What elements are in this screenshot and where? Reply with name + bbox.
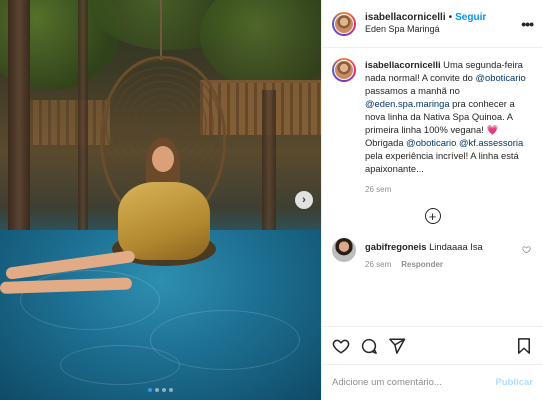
foliage	[200, 0, 321, 90]
caption-username[interactable]: isabellacornicelli	[365, 59, 441, 70]
comment-item: gabifregoneis Lindaaaa Isa 26 sem Respon…	[332, 238, 533, 269]
heart-emoji: 💗	[486, 124, 499, 135]
load-more-comments[interactable]: +	[332, 208, 533, 224]
caption-time[interactable]: 26 sem	[365, 185, 533, 194]
comment-input[interactable]	[332, 377, 496, 388]
caption: isabellacornicelli Uma segunda-feira nad…	[332, 58, 533, 194]
water-ripple	[60, 345, 180, 385]
mention-link[interactable]: @oboticario	[406, 137, 456, 148]
wooden-deck	[30, 100, 110, 145]
post-header: isabellacornicelli • Seguir Eden Spa Mar…	[322, 0, 543, 48]
carousel-dots	[0, 388, 321, 392]
author-avatar[interactable]	[332, 58, 356, 82]
carousel-dot	[162, 388, 166, 392]
bookmark-icon	[518, 337, 530, 354]
heart-outline-icon[interactable]	[522, 245, 531, 256]
instagram-post: › isabellacornicelli • Seguir Eden Spa M…	[0, 0, 543, 400]
mention-link[interactable]: @eden.spa.maringa	[365, 98, 450, 109]
deck-rail	[200, 80, 321, 83]
commenter-username[interactable]: gabifregoneis	[365, 241, 426, 252]
like-button[interactable]	[332, 337, 350, 355]
publish-button[interactable]: Publicar	[496, 377, 534, 388]
carousel-next-button[interactable]: ›	[295, 191, 313, 209]
comment-time[interactable]: 26 sem	[365, 260, 391, 269]
chevron-right-icon: ›	[302, 194, 306, 206]
tree-trunk	[262, 90, 276, 250]
comments-area: isabellacornicelli Uma segunda-feira nad…	[322, 48, 543, 326]
tree-trunk	[8, 0, 30, 260]
gold-robe	[118, 182, 210, 260]
caption-text-segment: Obrigada	[365, 137, 407, 148]
location-link[interactable]: Eden Spa Maringá	[365, 24, 515, 35]
action-bar	[322, 326, 543, 364]
author-avatar[interactable]	[332, 11, 356, 36]
commenter-avatar[interactable]	[332, 238, 356, 262]
plus-circle-icon[interactable]: +	[424, 208, 441, 224]
person-head	[152, 146, 174, 172]
carousel-dot	[148, 388, 152, 392]
share-icon	[389, 338, 406, 354]
swing-rope	[160, 0, 162, 60]
carousel-dot	[169, 388, 173, 392]
more-horizontal-icon[interactable]: •••	[521, 16, 534, 32]
author-username[interactable]: isabellacornicelli	[365, 12, 446, 25]
comment-text: Lindaaaa Isa	[429, 241, 483, 252]
comment-icon	[361, 338, 377, 354]
caption-text-segment: passamos a manhã no	[365, 85, 460, 96]
post-photo[interactable]: ›	[0, 0, 321, 400]
post-side-panel: isabellacornicelli • Seguir Eden Spa Mar…	[321, 0, 543, 400]
caption-text: isabellacornicelli Uma segunda-feira nad…	[365, 58, 533, 175]
carousel-dot	[155, 388, 159, 392]
caption-text-segment: pela experiência incrível! A linha está …	[365, 150, 519, 174]
follow-button[interactable]: Seguir	[455, 12, 486, 25]
share-button[interactable]	[388, 337, 406, 355]
mention-link[interactable]: @oboticario	[476, 72, 526, 83]
tree-trunk	[78, 0, 88, 240]
mention-link[interactable]: @kf.assessoria	[459, 137, 523, 148]
add-comment-bar: Publicar	[322, 364, 543, 400]
save-button[interactable]	[515, 337, 533, 355]
heart-outline-icon	[332, 339, 350, 354]
comment-button[interactable]	[360, 337, 378, 355]
reply-button[interactable]: Responder	[401, 260, 443, 269]
separator-dot: •	[448, 11, 453, 23]
